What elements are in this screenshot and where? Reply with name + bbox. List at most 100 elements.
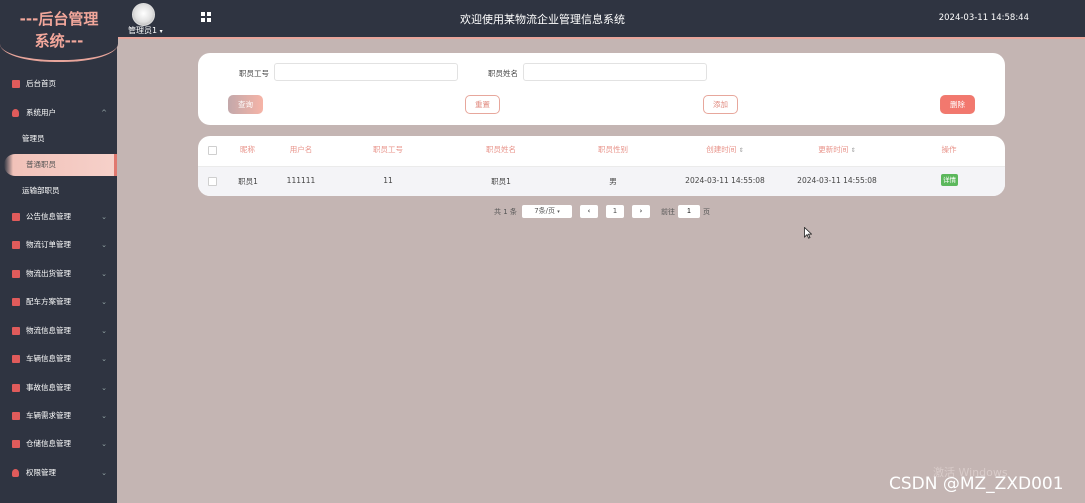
sidebar-subitem-transport-staff[interactable]: 运输部职员 [0, 180, 117, 202]
sidebar-subitem-label: 普通职员 [26, 160, 56, 169]
employee-name-label: 职员姓名 [488, 69, 518, 78]
data-table: 昵称 用户名 职员工号 职员姓名 职员性别 创建时间 ⇕ 更新时间 ⇕ 操作 职… [198, 136, 1005, 196]
sidebar-item-home[interactable]: 后台首页 [0, 74, 117, 94]
sidebar-item-label: 后台首页 [26, 79, 56, 88]
check-square-icon [12, 241, 20, 249]
row-checkbox[interactable] [208, 177, 217, 186]
column-header-sortable[interactable]: 创建时间 ⇕ [695, 144, 755, 155]
column-header: 职员性别 [598, 145, 628, 154]
page-number[interactable]: 1 [606, 205, 624, 218]
detail-button[interactable]: 详情 [941, 174, 958, 186]
column-header: 职员姓名 [486, 145, 516, 154]
chevron-down-icon: ⌄ [101, 469, 107, 477]
sidebar-item-label: 车辆信息管理 [26, 354, 71, 363]
cell-employee-name: 职员1 [491, 177, 511, 186]
user-name: 管理员1 [128, 26, 158, 35]
logo: ---后台管理 系统--- [0, 0, 118, 62]
sidebar-item-accidents[interactable]: 事故信息管理 ⌄ [0, 378, 117, 398]
chevron-down-icon: ▾ [159, 28, 163, 35]
delete-button[interactable]: 删除 [940, 95, 975, 114]
goto-label: 前往 [661, 208, 675, 216]
chevron-down-icon: ⌄ [101, 412, 107, 420]
sidebar-subitem-label: 管理员 [22, 134, 45, 143]
employee-name-input[interactable] [523, 63, 707, 81]
top-header: 管理员1 ▾ 欢迎使用某物流企业管理信息系统 2024-03-11 14:58:… [0, 0, 1085, 39]
column-header: 昵称 [240, 145, 255, 154]
column-header-label: 创建时间 [706, 145, 737, 154]
app-title: 欢迎使用某物流企业管理信息系统 [460, 13, 625, 26]
sidebar-subitem-label: 运输部职员 [22, 186, 60, 195]
sidebar-item-label: 权限管理 [26, 468, 56, 477]
mouse-cursor-icon [804, 227, 812, 239]
check-square-icon [12, 327, 20, 335]
cell-created-time: 2024-03-11 14:55:08 [685, 176, 765, 185]
page-size-select[interactable]: 7条/页 ▾ [522, 205, 572, 218]
csdn-watermark: CSDN @MZ_ZXD001 [889, 474, 1064, 494]
chevron-down-icon: ⌄ [101, 384, 107, 392]
chevron-down-icon: ⌄ [101, 241, 107, 249]
query-button[interactable]: 查询 [228, 95, 263, 114]
chevron-down-icon: ⌄ [101, 327, 107, 335]
sidebar-item-orders[interactable]: 物流订单管理 ⌄ [0, 235, 117, 255]
sort-icon[interactable]: ⇕ [851, 147, 856, 154]
reset-button[interactable]: 重置 [465, 95, 500, 114]
column-header: 操作 [941, 145, 957, 154]
sidebar-item-permissions[interactable]: 权限管理 ⌄ [0, 463, 117, 483]
sidebar-item-shipments[interactable]: 物流出货管理 ⌄ [0, 264, 117, 284]
cell-nickname: 职员1 [238, 177, 258, 186]
sidebar-item-label: 物流订单管理 [26, 240, 71, 249]
total-count: 共 1 条 [494, 208, 517, 216]
check-square-icon [12, 412, 20, 420]
sidebar-item-label: 仓储信息管理 [26, 439, 71, 448]
column-header: 职员工号 [373, 145, 403, 154]
chevron-down-icon: ⌄ [101, 270, 107, 278]
sidebar-item-label: 车辆需求管理 [26, 411, 71, 420]
sidebar-item-label: 物流信息管理 [26, 326, 71, 335]
person-icon [12, 109, 19, 117]
prev-page-button[interactable]: ‹ [580, 205, 598, 218]
cell-employee-no: 11 [383, 176, 393, 185]
monitor-icon [12, 80, 20, 88]
sidebar-subitem-admin[interactable]: 管理员 [0, 128, 117, 150]
sidebar-item-logistics-info[interactable]: 物流信息管理 ⌄ [0, 321, 117, 341]
employee-no-label: 职员工号 [239, 69, 269, 78]
sidebar-item-vehicle-info[interactable]: 车辆信息管理 ⌄ [0, 349, 117, 369]
page-size-value: 7条/页 [534, 207, 556, 215]
chevron-down-icon: ⌄ [101, 440, 107, 448]
sidebar-item-vehicle-demand[interactable]: 车辆需求管理 ⌄ [0, 406, 117, 426]
sidebar-item-system-users[interactable]: 系统用户 ^ [0, 103, 117, 123]
sidebar-subitem-staff[interactable]: 普通职员 [4, 154, 117, 176]
check-square-icon [12, 440, 20, 448]
cell-gender: 男 [609, 177, 617, 186]
sidebar-item-label: 事故信息管理 [26, 383, 71, 392]
column-header: 用户名 [289, 145, 313, 154]
sidebar-item-warehousing[interactable]: 仓储信息管理 ⌄ [0, 434, 117, 454]
sidebar-item-vehicle-plans[interactable]: 配车方案管理 ⌄ [0, 292, 117, 312]
chevron-up-icon: ^ [101, 109, 107, 117]
employee-no-input[interactable] [274, 63, 458, 81]
add-button[interactable]: 添加 [703, 95, 738, 114]
next-page-button[interactable]: › [632, 205, 650, 218]
select-all-checkbox[interactable] [208, 146, 217, 155]
cell-username: 111111 [286, 176, 316, 185]
check-square-icon [12, 355, 20, 363]
sidebar-item-label: 物流出货管理 [26, 269, 71, 278]
cell-updated-time: 2024-03-11 14:55:08 [797, 176, 877, 185]
sidebar-item-label: 系统用户 [26, 108, 56, 117]
person-icon [12, 469, 19, 477]
chevron-down-icon: ⌄ [101, 355, 107, 363]
page-suffix: 页 [703, 208, 710, 216]
datetime-display: 2024-03-11 14:58:44 [938, 13, 1029, 23]
sidebar: 后台首页 系统用户 ^ 管理员 普通职员 运输部职员 公告信息管理 ⌄ 物流订单… [0, 39, 117, 503]
sidebar-item-label: 配车方案管理 [26, 297, 71, 306]
logo-line-1: ---后台管理 [19, 10, 99, 28]
column-header-sortable[interactable]: 更新时间 ⇕ [807, 144, 867, 155]
chevron-down-icon: ⌄ [101, 298, 107, 306]
column-header-label: 更新时间 [818, 145, 849, 154]
check-square-icon [12, 384, 20, 392]
sort-icon[interactable]: ⇕ [739, 147, 744, 154]
check-square-icon [12, 298, 20, 306]
goto-page-input[interactable] [678, 205, 700, 218]
check-square-icon [12, 270, 20, 278]
search-panel: 职员工号 职员姓名 查询 重置 添加 删除 [198, 53, 1005, 125]
